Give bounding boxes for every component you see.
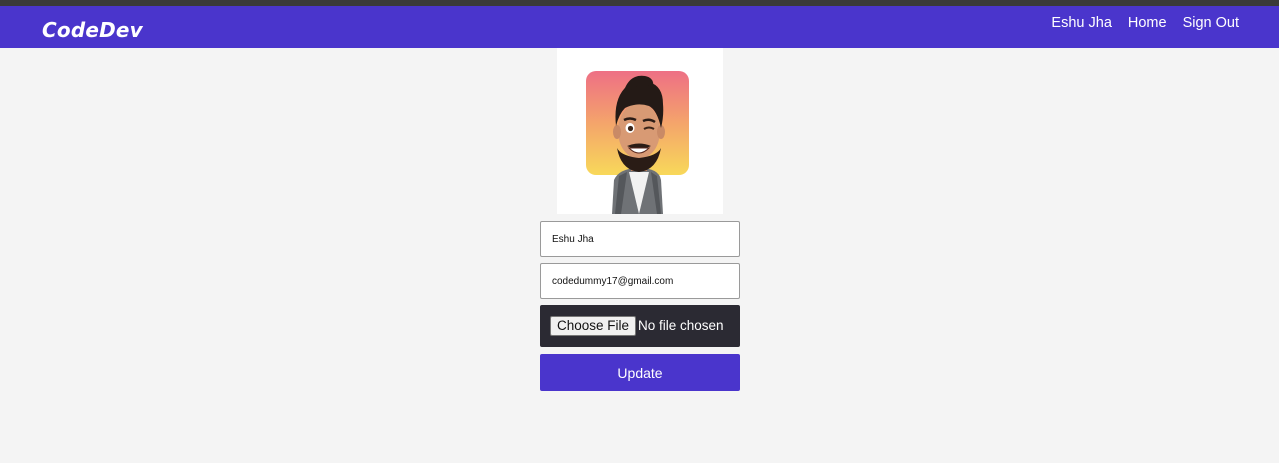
nav-home-link[interactable]: Home	[1128, 15, 1167, 31]
nav-signout-link[interactable]: Sign Out	[1183, 15, 1239, 31]
file-status-text: No file chosen	[638, 318, 724, 333]
avatar	[557, 48, 723, 214]
email-field[interactable]	[540, 263, 740, 299]
file-upload: Choose File No file chosen	[540, 305, 740, 347]
name-field[interactable]	[540, 221, 740, 257]
memoji-avatar-icon	[586, 71, 689, 214]
brand-logo[interactable]: CodeDev	[42, 18, 143, 42]
nav-user-link[interactable]: Eshu Jha	[1051, 15, 1111, 31]
navbar: CodeDev Eshu Jha Home Sign Out	[0, 6, 1279, 48]
nav-links: Eshu Jha Home Sign Out	[1051, 15, 1239, 31]
update-button[interactable]: Update	[540, 354, 740, 391]
choose-file-button[interactable]: Choose File	[550, 316, 637, 336]
